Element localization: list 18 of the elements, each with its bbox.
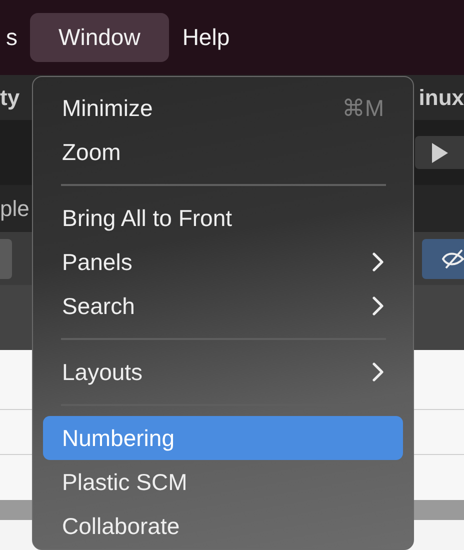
window-title: ty: [0, 84, 20, 112]
menu-item[interactable]: Panels: [43, 240, 403, 284]
menu-bar-item[interactable]: s: [6, 13, 18, 62]
menu-item[interactable]: Bring All to Front: [43, 196, 403, 240]
menu-item[interactable]: Collaborate: [43, 504, 403, 548]
eye-slash-icon: [442, 248, 464, 268]
play-icon: [432, 142, 448, 162]
menu-item[interactable]: Minimize ⌘M: [43, 86, 403, 130]
visibility-button[interactable]: [422, 238, 464, 278]
menu-bar-item[interactable]: Help: [182, 13, 230, 62]
menu-item[interactable]: Layouts: [43, 350, 403, 394]
menu-bar-item[interactable]: Window: [30, 13, 170, 62]
menu-item[interactable]: Search: [43, 284, 403, 328]
window-title: inux: [418, 84, 464, 112]
panel-label: ple: [0, 195, 30, 223]
menu-item[interactable]: Zoom: [43, 130, 403, 174]
menu-item[interactable]: Plastic SCM: [43, 460, 403, 504]
play-button[interactable]: [415, 136, 464, 169]
